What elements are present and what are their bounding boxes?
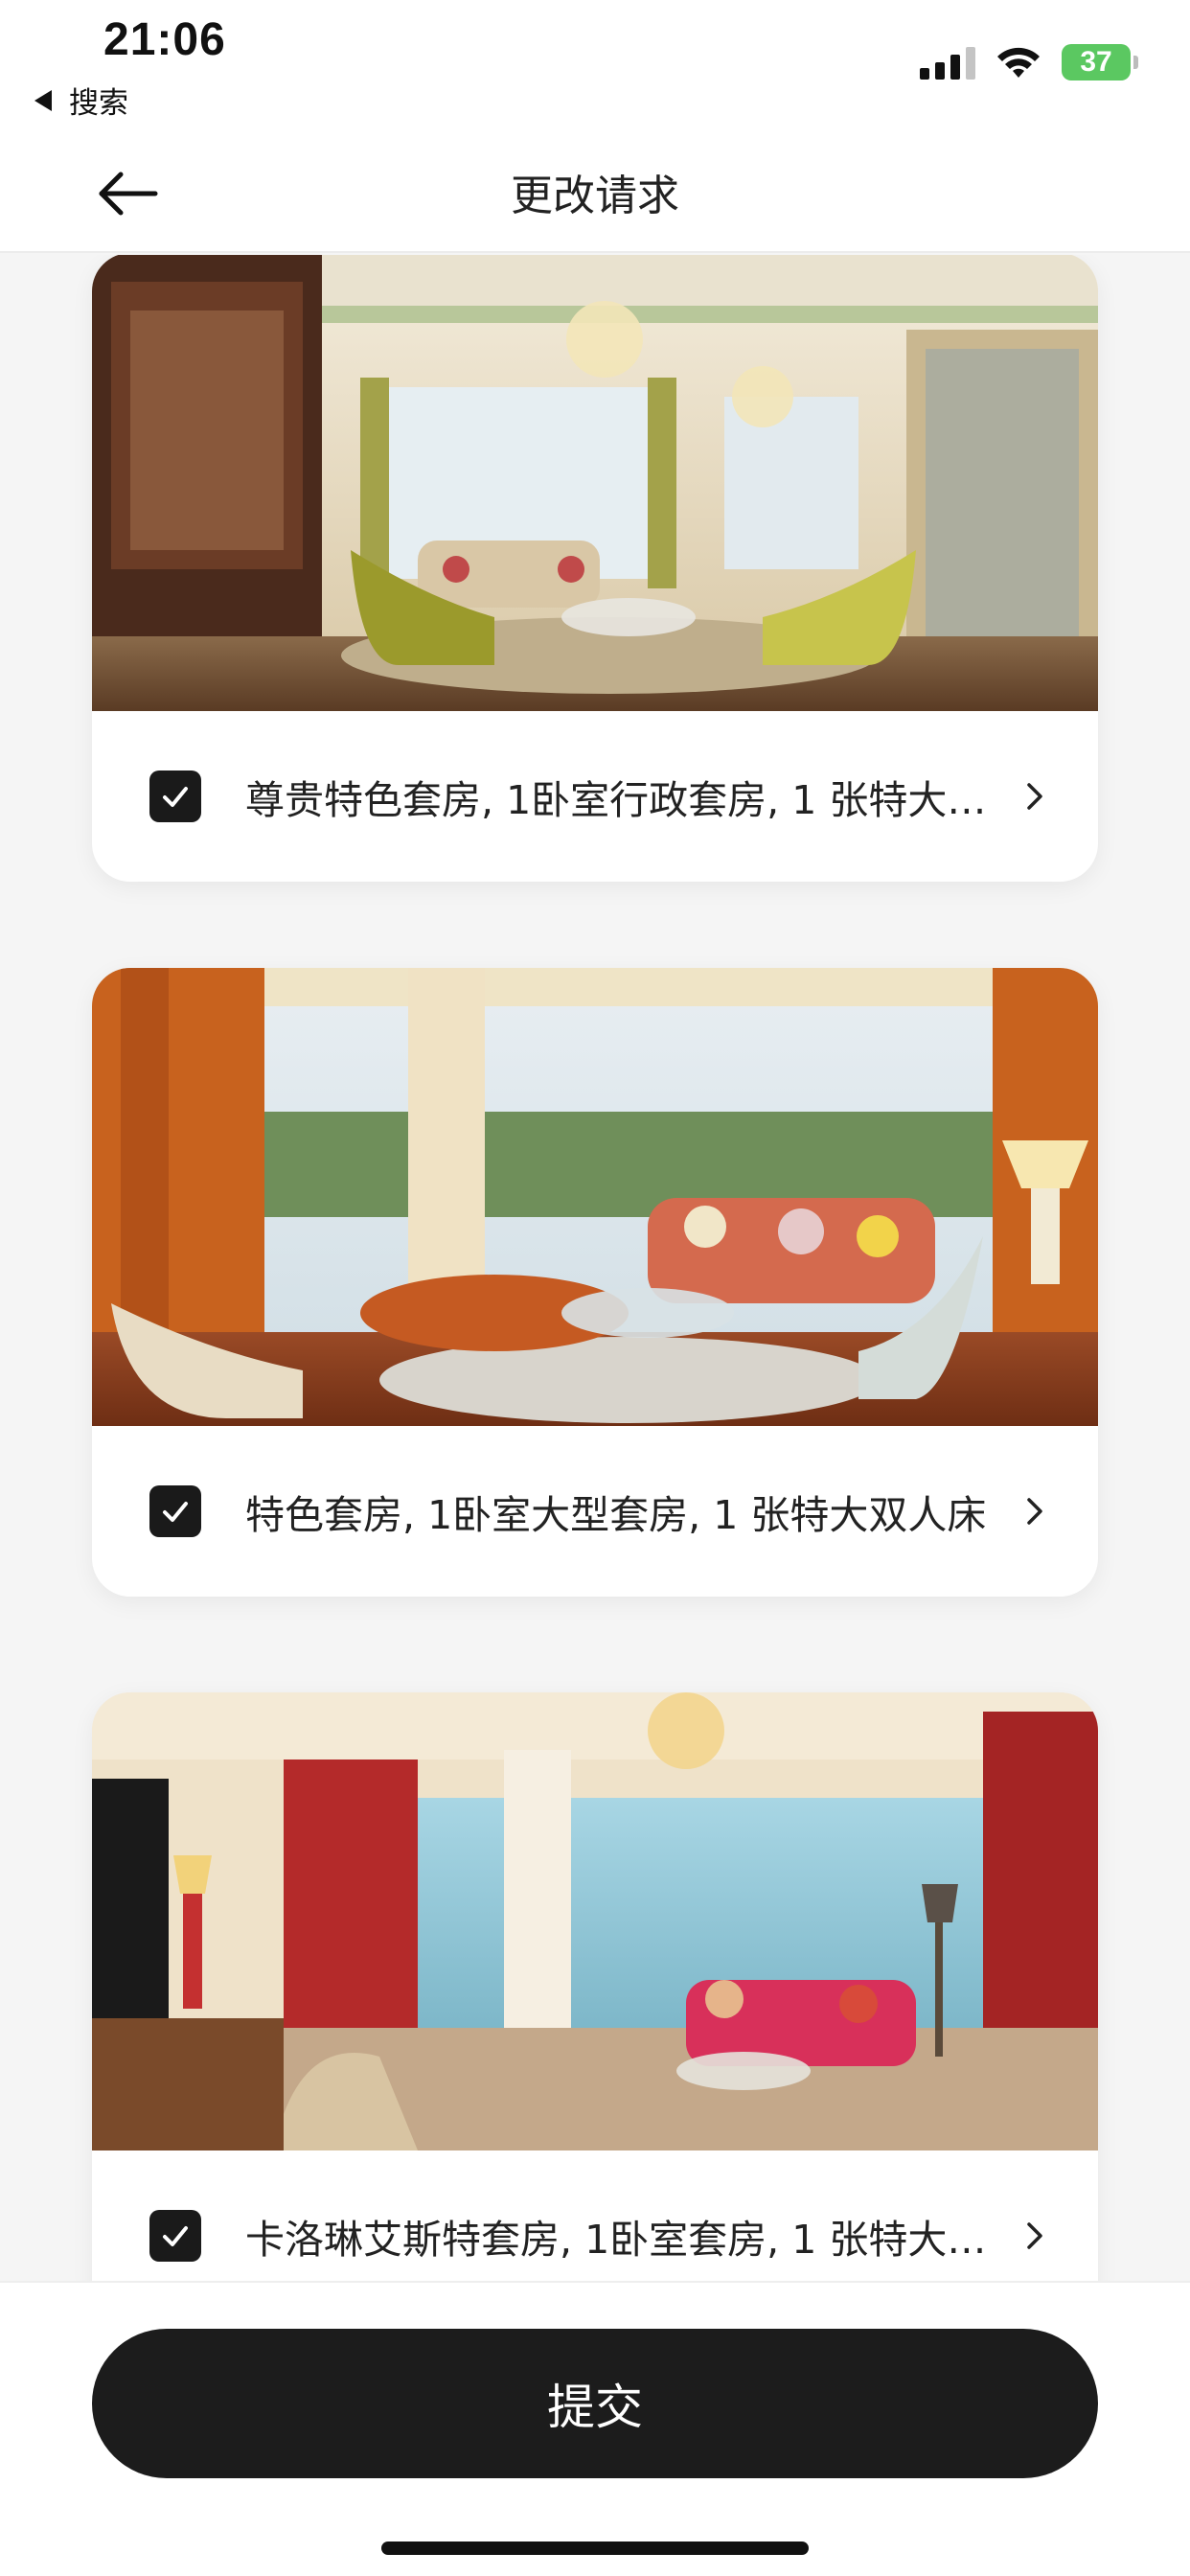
status-icons: 37 <box>920 44 1138 80</box>
room-row[interactable]: 特色套房, 1卧室大型套房, 1 张特大双人床 <box>92 1426 1098 1597</box>
room-row[interactable]: 尊贵特色套房, 1卧室行政套房, 1 张特大双人床 <box>92 711 1098 882</box>
room-checkbox[interactable] <box>149 1485 201 1537</box>
room-checkbox[interactable] <box>149 770 201 822</box>
status-bar: 21:06 搜索 37 <box>0 0 1190 134</box>
room-photo <box>92 1692 1098 2150</box>
bottom-bar: 提交 <box>0 2281 1190 2576</box>
room-list[interactable]: 尊贵特色套房, 1卧室行政套房, 1 张特大双人床 特色套房, 1卧室大型套房,… <box>0 255 1190 2281</box>
room-photo <box>92 968 1098 1426</box>
back-triangle-icon <box>34 89 52 111</box>
room-label: 尊贵特色套房, 1卧室行政套房, 1 张特大双人床 <box>245 777 996 823</box>
status-time: 21:06 <box>103 14 226 65</box>
page-title: 更改请求 <box>511 172 679 220</box>
checkmark-icon <box>163 2226 188 2246</box>
room-card[interactable]: 特色套房, 1卧室大型套房, 1 张特大双人床 <box>92 968 1098 1597</box>
back-to-app-link[interactable]: 搜索 <box>34 79 128 122</box>
room-card[interactable]: 尊贵特色套房, 1卧室行政套房, 1 张特大双人床 <box>92 255 1098 882</box>
back-app-label: 搜索 <box>69 86 128 121</box>
checkmark-icon <box>163 787 188 807</box>
room-label: 特色套房, 1卧室大型套房, 1 张特大双人床 <box>245 1492 987 1538</box>
home-indicator[interactable] <box>381 2542 809 2555</box>
chevron-right-icon[interactable] <box>1016 1492 1054 1530</box>
room-row[interactable]: 卡洛琳艾斯特套房, 1卧室套房, 1 张特大双人床 <box>92 2150 1098 2281</box>
nav-header: 更改请求 <box>0 134 1190 253</box>
wifi-icon <box>997 47 1040 78</box>
room-label: 卡洛琳艾斯特套房, 1卧室套房, 1 张特大双人床 <box>245 2217 996 2263</box>
chevron-right-icon[interactable] <box>1016 2217 1054 2255</box>
submit-button[interactable]: 提交 <box>92 2329 1098 2478</box>
cellular-signal-icon <box>920 45 975 80</box>
chevron-right-icon[interactable] <box>1016 777 1054 816</box>
room-checkbox[interactable] <box>149 2210 201 2262</box>
room-photo <box>92 255 1098 711</box>
battery-icon: 37 <box>1062 44 1138 80</box>
checkmark-icon <box>163 1502 188 1522</box>
battery-level: 37 <box>1080 46 1112 78</box>
room-card[interactable]: 卡洛琳艾斯特套房, 1卧室套房, 1 张特大双人床 <box>92 1692 1098 2281</box>
